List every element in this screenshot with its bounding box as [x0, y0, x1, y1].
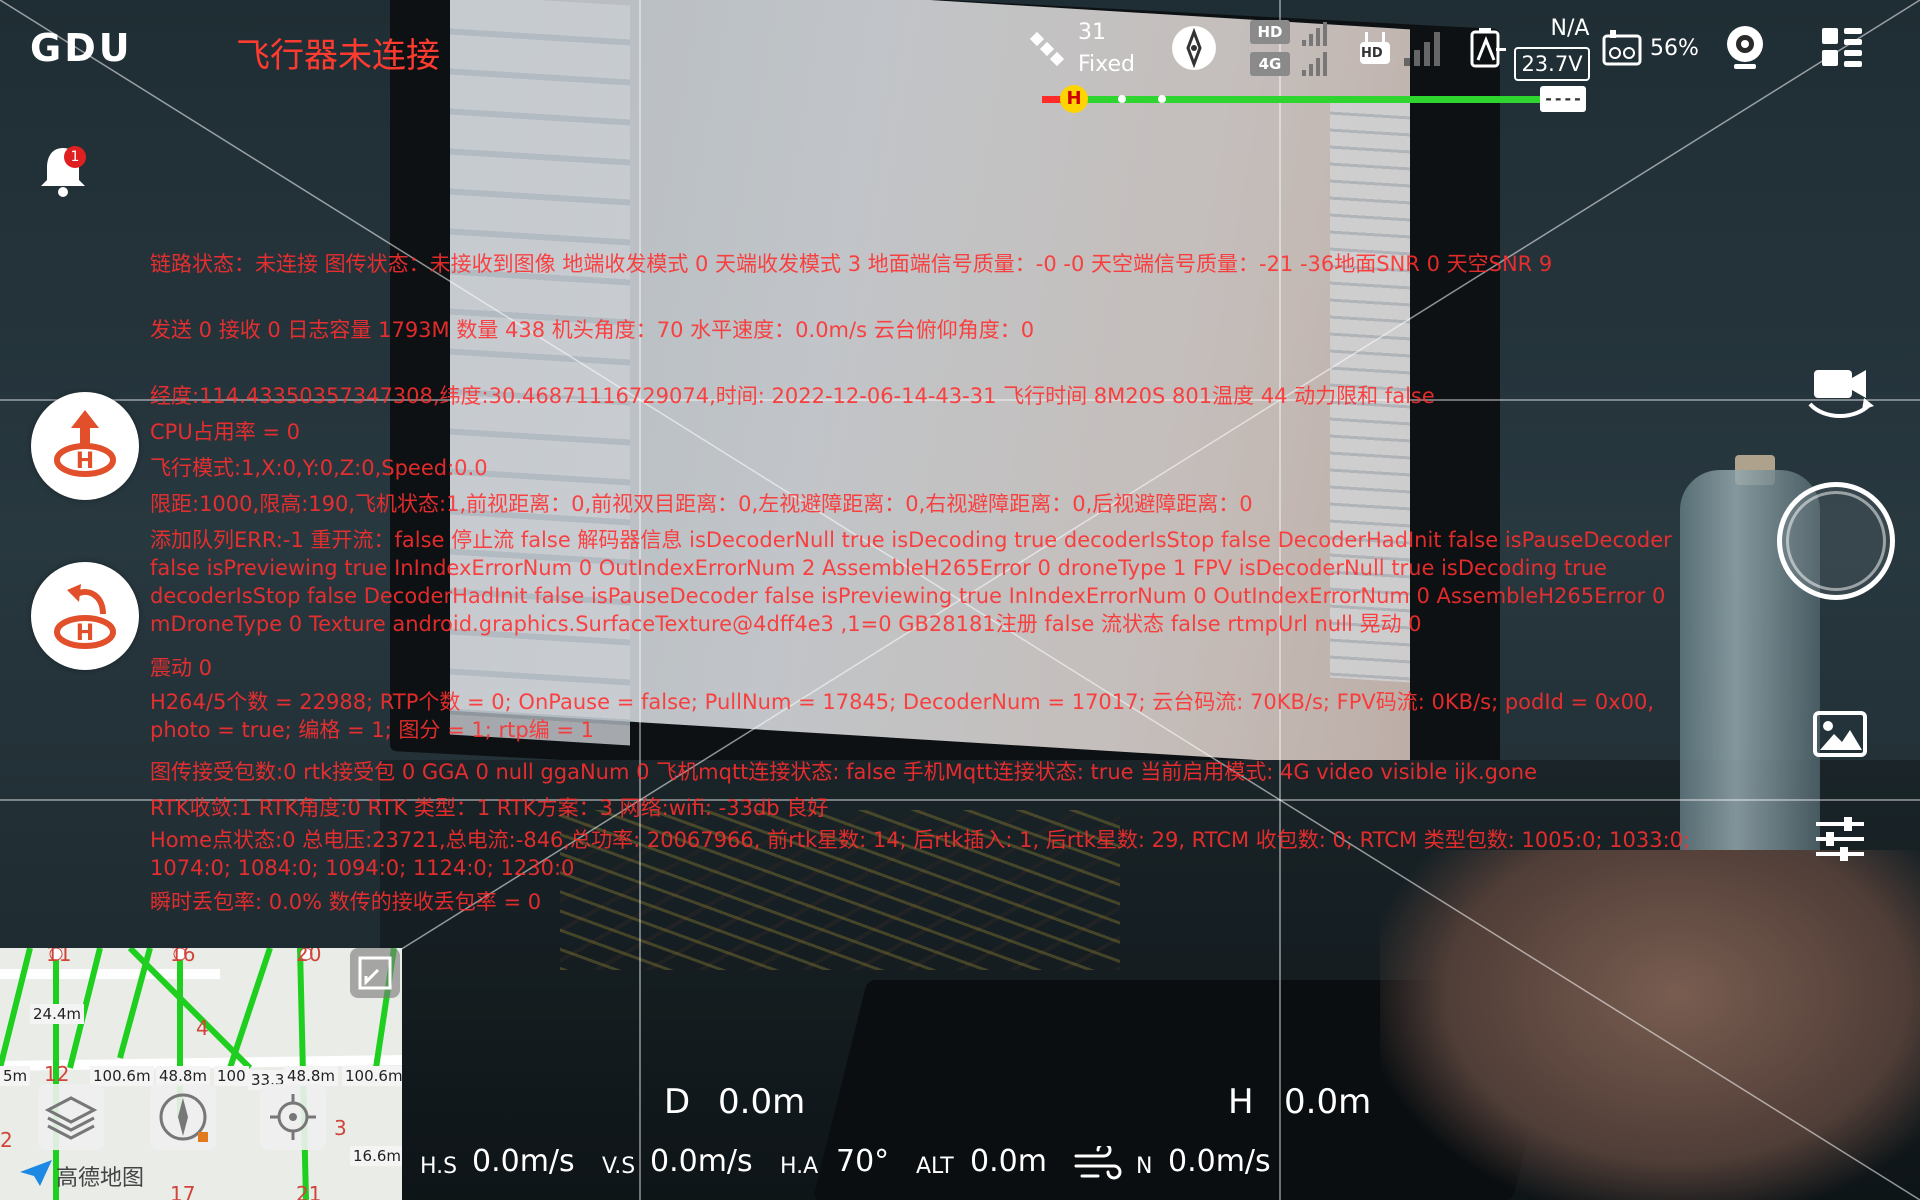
debug-power: Home点状态:0 总电压:23721,总电流:-846,总功率: 200679… — [150, 828, 1691, 880]
altitude-label: ALT — [916, 1154, 954, 1179]
svg-text:H: H — [76, 449, 94, 474]
debug-rtk: RTK收敛:1 RTK角度:0 RTK 类型：1 RTK方案：3 网络:wifi… — [150, 796, 829, 820]
satellite-icon — [1029, 31, 1065, 67]
debug-limits: 限距:1000,限高:190,飞机状态:1,前视距离：0,前视双目距离：0,左视… — [150, 492, 1253, 516]
return-home-button[interactable]: H — [31, 562, 139, 670]
map-compass-icon — [159, 1093, 208, 1142]
wind-speed-value: 0.0m/s — [1168, 1144, 1271, 1179]
map-marker-number: 16 — [170, 948, 196, 966]
map-distance-label: 100 — [214, 1066, 249, 1086]
connection-status: 飞行器未连接 — [236, 36, 440, 76]
heading-angle-value: 70° — [836, 1144, 890, 1179]
map-compass-button[interactable] — [150, 1084, 216, 1150]
map-marker-number: 4 — [196, 1016, 209, 1040]
rc-signal-bars-icon — [1404, 32, 1440, 66]
heading-angle-label: H.A — [780, 1154, 819, 1179]
debug-packet-loss: 瞬时丢包率: 0.0% 数传的接收丢包率 = 0 — [150, 890, 542, 914]
satellite-count: 31 — [1078, 20, 1106, 45]
satellite-fix-status: Fixed — [1078, 52, 1136, 77]
distance-label: D — [664, 1082, 691, 1122]
rc-battery-percent: 56% — [1650, 36, 1699, 61]
map-layers-button[interactable] — [38, 1084, 104, 1150]
rc-status: N/A — [1550, 16, 1590, 41]
vertical-speed-label: V.S — [602, 1154, 636, 1179]
map-marker-number: 20 — [296, 948, 322, 966]
altitude-value: 0.0m — [970, 1144, 1047, 1179]
camera-switch-icon[interactable] — [1804, 364, 1876, 422]
menu-grid-icon[interactable] — [1820, 26, 1864, 70]
debug-stream: H264/5个数 = 22988; RTP个数 = 0; OnPause = f… — [150, 690, 1655, 742]
debug-link-status: 链路状态：未连接 图传状态：未接收到图像 地端收发模式 0 天端收发模式 3 地… — [150, 252, 1553, 276]
locate-icon — [270, 1094, 316, 1140]
home-marker: H — [1060, 85, 1088, 113]
debug-cpu: CPU占用率 = 0 — [150, 420, 301, 444]
horizontal-speed-label: H.S — [420, 1154, 458, 1179]
map-marker-number: 21 — [296, 1182, 322, 1200]
gallery-icon[interactable] — [1812, 710, 1868, 758]
horizontal-speed-value: 0.0m/s — [472, 1144, 575, 1179]
settings-sliders-icon[interactable] — [1812, 814, 1868, 864]
notification-badge: 1 — [64, 146, 86, 168]
svg-text:H: H — [76, 621, 94, 646]
wind-direction: N — [1136, 1154, 1153, 1179]
waypoint-dot — [1118, 95, 1126, 103]
hd-badge: HD — [1250, 20, 1290, 44]
takeoff-icon: H — [54, 410, 116, 477]
map-locate-button[interactable] — [260, 1084, 326, 1150]
height-value: 0.0m — [1284, 1082, 1372, 1122]
debug-decoder: 添加队列ERR:-1 重开流：false 停止流 false 解码器信息 isD… — [150, 528, 1672, 636]
takeoff-button[interactable]: H — [31, 392, 139, 500]
debug-mqtt: 图传接受包数:0 rtk接受包 0 GGA 0 null ggaNum 0 飞机… — [150, 760, 1538, 784]
map-distance-label: 16.6m — [350, 1146, 402, 1166]
expand-map-button[interactable] — [350, 948, 400, 998]
map-marker-number: 3 — [334, 1116, 347, 1140]
distance-limit-box: ---- — [1540, 86, 1586, 112]
distance-value: 0.0m — [718, 1082, 806, 1122]
debug-flight-mode: 飞行模式:1,X:0,Y:0,Z:0,Speed:0.0 — [150, 456, 488, 480]
map-marker-number: 12 — [44, 1062, 70, 1086]
app-logo: GDU — [30, 26, 133, 70]
wind-icon — [1074, 1146, 1122, 1180]
map-marker-number: 11 — [46, 948, 72, 966]
rc-battery-icon — [1602, 30, 1642, 66]
map-marker-number: 17 — [170, 1182, 196, 1200]
debug-send-recv: 发送 0 接收 0 日志容量 1793M 数量 438 机头角度：70 水平速度… — [150, 318, 1035, 342]
return-home-icon: H — [54, 584, 116, 649]
map-distance-label: 5m — [0, 1066, 31, 1086]
compass-icon[interactable] — [1170, 24, 1218, 72]
map-distance-label: 100.6m — [342, 1066, 402, 1086]
battery-voltage: 23.7V — [1514, 47, 1590, 81]
signal-bars-icon — [1302, 22, 1327, 76]
layers-icon — [44, 1096, 98, 1140]
debug-vibration: 震动 0 — [150, 656, 213, 680]
rc-hd-label: HD — [1361, 46, 1383, 61]
aircraft-battery-icon — [1470, 28, 1506, 68]
map-distance-label: 48.8m — [284, 1066, 339, 1086]
debug-position: 经度:114.43350357347308,纬度:30.468711167290… — [150, 384, 1435, 408]
map-marker-number: 2 — [0, 1128, 13, 1152]
map-provider-credit: 高德地图 — [56, 1166, 145, 1191]
map-distance-label: 100.6m — [90, 1066, 154, 1086]
net-badge: 4G — [1250, 52, 1290, 76]
camera-gimbal-icon[interactable] — [1722, 22, 1768, 72]
expand-map-icon — [358, 956, 392, 990]
map-provider-logo-icon — [20, 1160, 52, 1186]
waypoint-dot — [1158, 95, 1166, 103]
map-distance-label: 24.4m — [30, 1004, 85, 1024]
height-label: H — [1228, 1082, 1254, 1122]
map-distance-label: 48.8m — [156, 1066, 211, 1086]
vertical-speed-value: 0.0m/s — [650, 1144, 753, 1179]
